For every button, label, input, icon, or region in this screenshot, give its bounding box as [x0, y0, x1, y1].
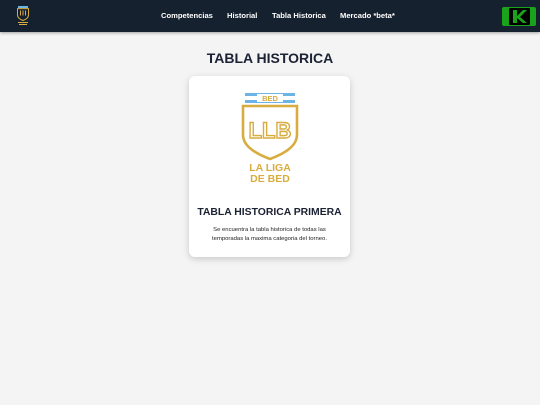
tabla-historica-primera-card[interactable]: BED LLB LA LIGA DE BED TABLA HISTORICA P…: [189, 76, 350, 257]
kick-logo-icon: [509, 8, 530, 25]
nav-links: Competencias Historial Tabla Historica M…: [0, 0, 540, 32]
logo-banner-text: BED: [262, 94, 278, 103]
card-title: TABLA HISTORICA PRIMERA: [197, 207, 342, 218]
logo-line2: DE BED: [250, 173, 290, 183]
nav-link-mercado[interactable]: Mercado *beta*: [340, 11, 395, 20]
nav-link-tabla-historica[interactable]: Tabla Historica: [272, 11, 326, 20]
top-navbar: Competencias Historial Tabla Historica M…: [0, 0, 540, 32]
logo-monogram: LLB: [249, 118, 292, 143]
nav-link-historial[interactable]: Historial: [227, 11, 257, 20]
card-description: Se encuentra la tabla historica de todas…: [212, 227, 327, 242]
la-liga-de-bed-logo: BED LLB LA LIGA DE BED: [241, 93, 299, 183]
page-title: TABLA HISTORICA: [206, 50, 334, 66]
nav-link-competencias[interactable]: Competencias: [161, 11, 213, 20]
kick-button[interactable]: [502, 7, 536, 26]
